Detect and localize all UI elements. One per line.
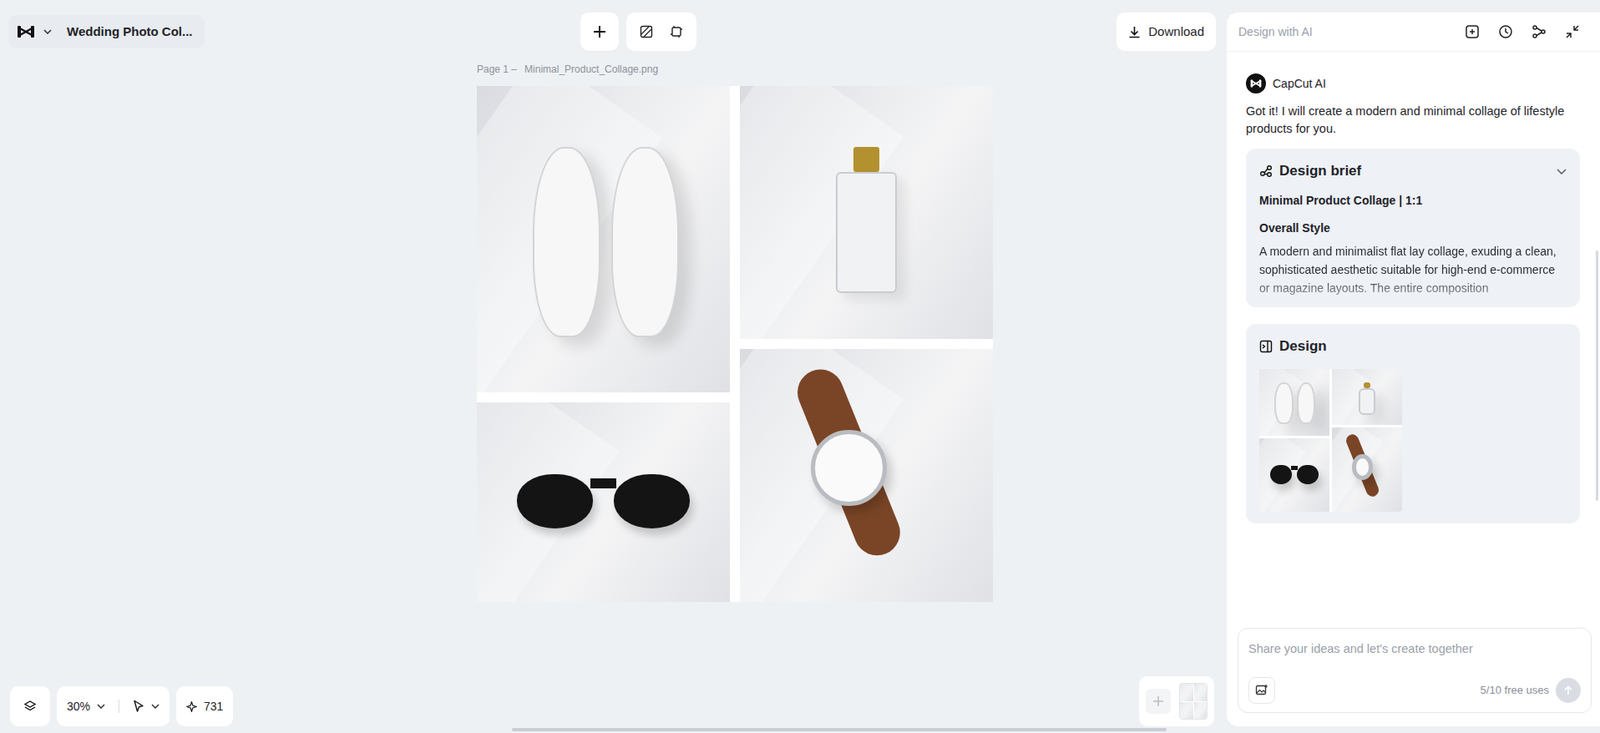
resize-icon — [669, 25, 684, 39]
send-button[interactable] — [1555, 678, 1581, 704]
plus-icon — [592, 25, 607, 39]
chevron-down-icon — [96, 703, 106, 709]
document-menu[interactable]: Wedding Photo Col... — [8, 15, 205, 49]
design-result-card: Design — [1245, 324, 1580, 524]
message-text: Got it! I will create a modern and minim… — [1245, 102, 1580, 138]
usage-count: 5/10 free uses — [1480, 682, 1550, 699]
layers-button[interactable] — [10, 686, 51, 727]
sneakers-photo[interactable] — [476, 86, 730, 393]
design-thumbnail[interactable] — [1259, 369, 1403, 512]
brief-section: Overall Style — [1259, 219, 1567, 238]
capcut-logo-icon — [1250, 78, 1262, 89]
prompt-input[interactable] — [1248, 640, 1581, 659]
upload-image-button[interactable] — [1248, 677, 1276, 704]
new-chat-icon — [1464, 24, 1480, 40]
credits-counter[interactable]: 731 — [176, 686, 233, 727]
background-icon — [639, 25, 654, 39]
arrow-up-icon — [1563, 685, 1574, 696]
design-brief-card[interactable]: Design brief Minimal Product Collage | 1… — [1245, 148, 1580, 308]
share-button[interactable] — [1529, 22, 1549, 41]
brief-text: A modern and minimalist flat lay collage… — [1259, 242, 1567, 298]
resize-button[interactable] — [663, 18, 690, 46]
page-label: Page 1 – Minimal_Product_Collage.png — [476, 61, 1227, 77]
download-button[interactable]: Download — [1116, 12, 1216, 51]
brief-icon — [1259, 164, 1273, 178]
ai-panel: Design with AI CapCut AI Got it! I will … — [1226, 12, 1600, 727]
panel-title: Design with AI — [1238, 23, 1313, 41]
collapse-icon — [1564, 24, 1580, 40]
pointer-icon[interactable] — [132, 699, 145, 714]
sparkle-icon — [186, 701, 198, 713]
remove-background-button[interactable] — [632, 18, 660, 46]
capcut-logo-icon — [16, 24, 36, 40]
history-button[interactable] — [1496, 22, 1515, 41]
prompt-box: 5/10 free uses — [1237, 627, 1592, 714]
horizontal-scrollbar[interactable] — [511, 728, 1167, 732]
layers-icon — [23, 699, 37, 714]
file-name[interactable]: Minimal_Product_Collage.png — [524, 61, 659, 77]
design-icon — [1259, 339, 1273, 354]
brief-title: Minimal Product Collage | 1:1 — [1259, 192, 1567, 210]
add-page-button[interactable] — [1145, 688, 1171, 714]
plus-icon — [1152, 695, 1165, 708]
add-button[interactable] — [580, 12, 619, 51]
page-thumbnail[interactable] — [1179, 683, 1208, 720]
branch-icon — [1531, 24, 1547, 40]
history-icon — [1498, 24, 1514, 40]
watch-photo[interactable] — [739, 349, 993, 603]
chevron-down-icon — [151, 703, 160, 709]
collapse-button[interactable] — [1563, 22, 1582, 41]
message-sender: CapCut AI — [1245, 73, 1580, 94]
zoom-level[interactable]: 30% — [66, 698, 91, 716]
sunglasses-photo[interactable] — [476, 402, 730, 603]
zoom-controls: 30% — [56, 686, 170, 727]
page-strip — [1139, 676, 1215, 727]
new-chat-button[interactable] — [1463, 22, 1482, 41]
chevron-icon[interactable] — [1556, 168, 1567, 175]
perfume-photo[interactable] — [739, 86, 993, 340]
vertical-scrollbar[interactable] — [1595, 250, 1599, 502]
chevron-down-icon — [43, 29, 52, 35]
document-title[interactable]: Wedding Photo Col... — [66, 22, 193, 42]
download-icon — [1128, 25, 1141, 39]
edit-tools — [626, 12, 697, 51]
collage-canvas[interactable] — [476, 86, 993, 603]
image-upload-icon — [1255, 683, 1269, 698]
